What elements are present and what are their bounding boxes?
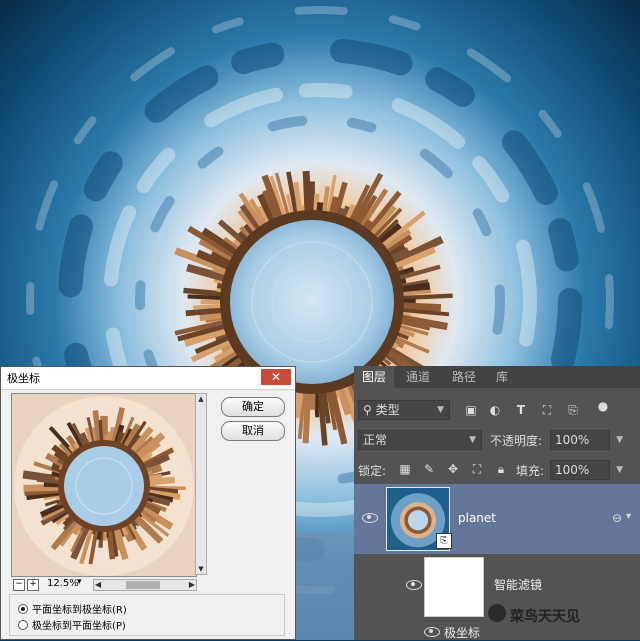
visibility-eye-icon[interactable] [406, 580, 422, 590]
fill-value: 100% [555, 463, 590, 477]
watermark: 菜鸟天天见 [510, 609, 580, 625]
fill-field[interactable]: 100% ▼ [550, 460, 623, 480]
panel-tabs: 图层 通道 路径 库 [354, 366, 640, 388]
conversion-options: 平面坐标到极坐标(R) 极坐标到平面坐标(P) [9, 594, 285, 636]
tab-channels[interactable]: 通道 [398, 366, 438, 388]
option-label: 极坐标到平面坐标(P) [32, 621, 126, 632]
layer-name[interactable]: planet [458, 511, 496, 525]
tab-layers[interactable]: 图层 [354, 366, 394, 388]
filter-mask-thumbnail[interactable] [424, 557, 484, 617]
zoom-dropdown-icon[interactable]: ▾ [77, 577, 82, 587]
layer-row-polar-filter[interactable]: 极坐标 [354, 622, 640, 640]
search-icon: ⚲ [363, 403, 372, 417]
chevron-down-icon: ▼ [469, 435, 476, 445]
radio-selected-icon[interactable] [18, 604, 28, 614]
lock-position-icon[interactable]: ✥ [446, 462, 460, 476]
chevron-down-icon[interactable]: ▼ [616, 461, 623, 479]
shape-filter-icon[interactable]: ⛶ [540, 403, 554, 417]
tab-libraries[interactable]: 库 [488, 366, 516, 388]
option-label: 平面坐标到极坐标(R) [32, 605, 127, 616]
pixel-filter-icon[interactable]: ▣ [464, 403, 478, 417]
radio-unselected-icon[interactable] [18, 620, 28, 630]
lock-label: 锁定: [358, 464, 387, 478]
tab-paths[interactable]: 路径 [444, 366, 484, 388]
blend-mode-select[interactable]: 正常 ▼ [358, 430, 482, 450]
smart-filter-indicator-icon[interactable]: ⊖ [612, 511, 622, 525]
option-polar-to-rect[interactable]: 极坐标到平面坐标(P) [18, 617, 126, 632]
zoom-out-button[interactable]: − [13, 579, 25, 591]
zoom-in-button[interactable]: + [27, 579, 39, 591]
filter-row: ⚲ 类型 ▼ ▣ ◐ T ⛶ ⎘ ● [354, 394, 640, 420]
lock-all-icon[interactable]: 🔒︎ [494, 462, 508, 476]
expand-arrow-icon[interactable]: ▾ [626, 511, 631, 522]
dialog-title: 极坐标 [7, 372, 40, 385]
smart-filters-label: 智能滤镜 [494, 578, 543, 592]
filter-toggle-icon[interactable]: ● [596, 399, 610, 413]
option-rect-to-polar[interactable]: 平面坐标到极坐标(R) [18, 601, 127, 616]
adjustment-filter-icon[interactable]: ◐ [488, 403, 502, 417]
dialog-titlebar[interactable]: 极坐标 ✕ [1, 367, 295, 390]
layer-row-planet[interactable]: ⎘ planet ⊖ ▾ [354, 484, 640, 554]
ok-button[interactable]: 确定 [221, 397, 285, 417]
layers-panel: 图层 通道 路径 库 ⚲ 类型 ▼ ▣ ◐ T ⛶ ⎘ ● 正常 ▼ 不透明度:… [354, 366, 640, 640]
chevron-down-icon: ▼ [437, 405, 444, 415]
blend-mode-value: 正常 [363, 433, 388, 447]
type-filter-icon[interactable]: T [514, 403, 528, 417]
opacity-field[interactable]: 100% ▼ [550, 430, 623, 450]
lock-transparent-icon[interactable]: ▦ [398, 462, 412, 476]
filter-kind-select[interactable]: ⚲ 类型 ▼ [358, 400, 450, 420]
filter-kind-label: 类型 [375, 403, 400, 417]
preview-image [12, 394, 196, 576]
filter-preview[interactable] [11, 393, 197, 577]
smart-object-icon: ⎘ [436, 533, 452, 549]
fill-label: 填充: [516, 464, 545, 478]
lock-artboard-icon[interactable]: ⛶ [470, 462, 484, 476]
close-icon[interactable]: ✕ [261, 369, 291, 385]
chevron-down-icon[interactable]: ▼ [616, 431, 623, 449]
preview-horizontal-scrollbar[interactable]: ◀ ▶ [93, 579, 197, 591]
zoom-level: 12.5% [47, 578, 79, 589]
preview-vertical-scrollbar[interactable]: ▲ ▼ [195, 393, 207, 575]
opacity-value: 100% [555, 433, 590, 447]
visibility-eye-icon[interactable] [424, 627, 440, 637]
polar-coordinates-dialog: 极坐标 ✕ ▲ ▼ 确定 取消 − + 12.5% ▾ ◀ ▶ 平面坐标到极坐标… [0, 366, 296, 640]
filter-name: 极坐标 [444, 626, 481, 640]
lock-brush-icon[interactable]: ✎ [422, 462, 436, 476]
smart-object-filter-icon[interactable]: ⎘ [566, 403, 580, 417]
wechat-logo-icon [488, 604, 506, 622]
opacity-label: 不透明度: [490, 434, 543, 448]
visibility-eye-icon[interactable] [362, 513, 378, 523]
cancel-button[interactable]: 取消 [221, 421, 285, 441]
scrollbar-thumb[interactable] [126, 581, 160, 589]
